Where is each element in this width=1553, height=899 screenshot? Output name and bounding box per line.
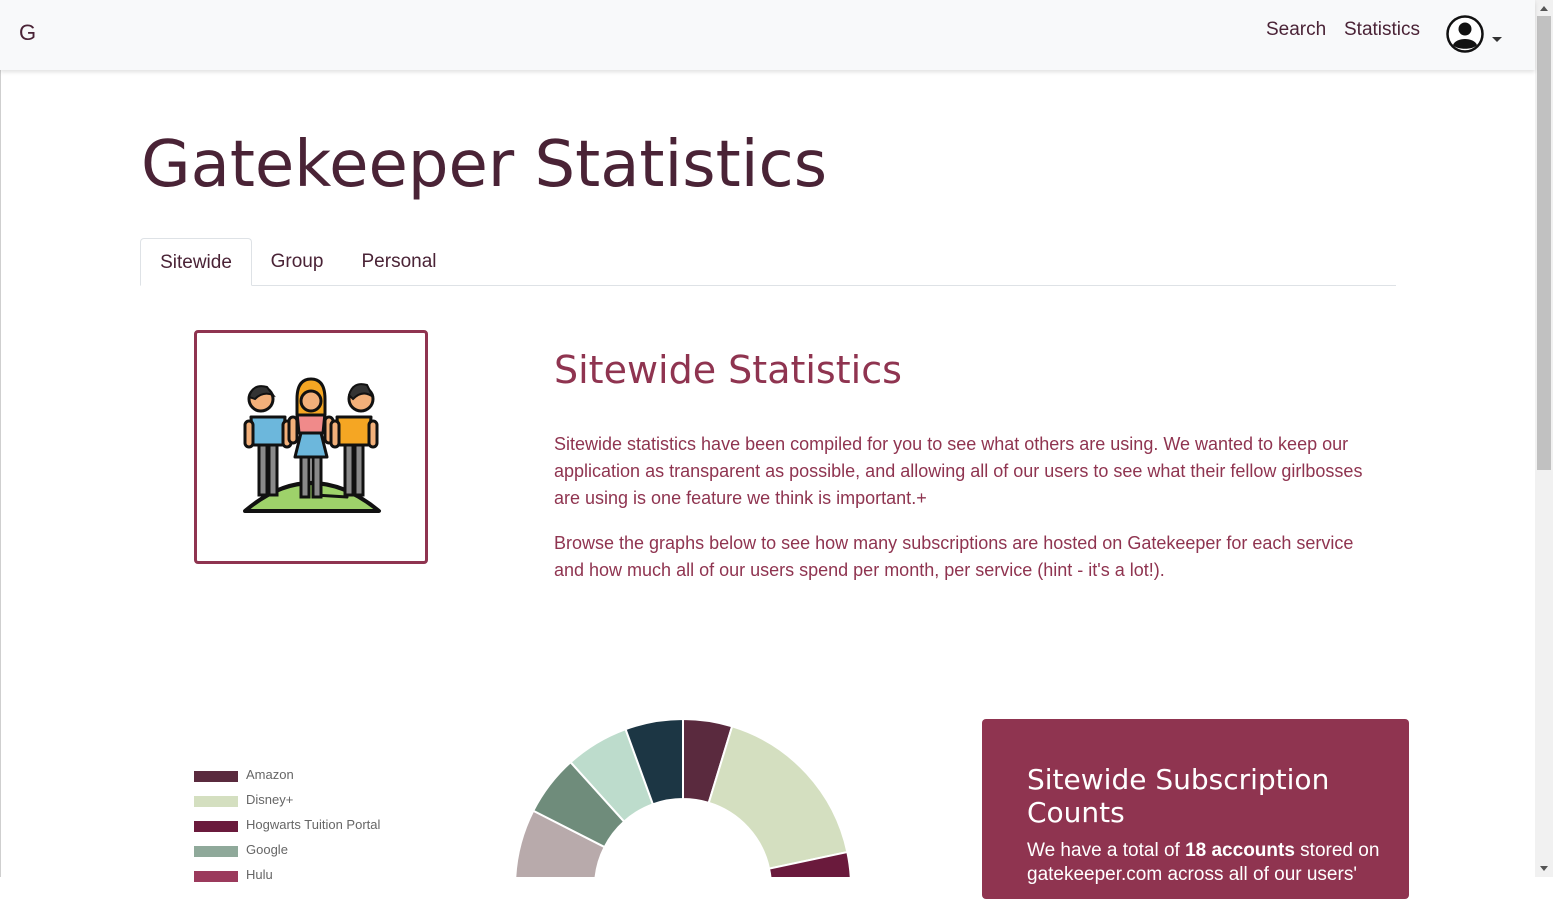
- scroll-down-arrow-icon[interactable]: [1540, 866, 1548, 871]
- page-title: Gatekeeper Statistics: [141, 128, 828, 202]
- scrollbar-thumb[interactable]: [1537, 16, 1551, 470]
- sitewide-heading: Sitewide Statistics: [554, 348, 902, 392]
- legend-item[interactable]: Disney+: [194, 791, 454, 811]
- tab-group[interactable]: Group: [258, 238, 336, 284]
- chevron-down-icon[interactable]: [1492, 37, 1502, 42]
- legend-item[interactable]: Amazon: [194, 766, 454, 786]
- legend-label: Hulu: [246, 867, 273, 882]
- legend-label: Disney+: [246, 792, 294, 807]
- subscription-donut-chart: [514, 717, 852, 877]
- legend-item[interactable]: Hulu: [194, 866, 454, 886]
- nav-statistics-link[interactable]: Statistics: [1344, 19, 1420, 41]
- user-circle-icon[interactable]: [1446, 15, 1484, 53]
- tab-personal[interactable]: Personal: [350, 238, 448, 284]
- sitewide-instructions: Browse the graphs below to see how many …: [554, 533, 1354, 580]
- legend-label: Amazon: [246, 767, 294, 782]
- top-navbar: G Search Statistics: [0, 0, 1535, 70]
- card-text: We have a total of 18 accounts stored on…: [1027, 839, 1387, 887]
- vertical-scrollbar[interactable]: [1535, 0, 1553, 877]
- people-on-hill-icon: [243, 377, 381, 513]
- legend-swatch: [194, 846, 238, 857]
- legend-swatch: [194, 821, 238, 832]
- card-text-suffix: stored on: [1294, 840, 1380, 861]
- tab-sitewide[interactable]: Sitewide: [140, 238, 252, 286]
- nav-search-link[interactable]: Search: [1266, 19, 1326, 41]
- card-text-prefix: We have a total of: [1027, 840, 1186, 861]
- statistics-tabs: Sitewide Group Personal: [140, 238, 1396, 286]
- subscription-counts-card: Sitewide Subscription Counts We have a t…: [982, 719, 1409, 899]
- legend-swatch: [194, 796, 238, 807]
- sitewide-illustration: [194, 330, 428, 564]
- legend-item[interactable]: Hogwarts Tuition Portal: [194, 816, 454, 836]
- card-title: Sitewide Subscription Counts: [1027, 763, 1330, 829]
- legend-item[interactable]: Google: [194, 841, 454, 861]
- donut-slice[interactable]: [707, 725, 849, 870]
- sitewide-description: Sitewide statistics have been compiled f…: [554, 434, 1363, 508]
- legend-swatch: [194, 771, 238, 782]
- legend-label: Hogwarts Tuition Portal: [246, 817, 381, 832]
- account-count: 18 accounts: [1185, 840, 1295, 861]
- page-border: [0, 70, 1, 877]
- brand-logo[interactable]: G: [19, 20, 36, 46]
- legend-label: Google: [246, 842, 288, 857]
- card-text-line2: gatekeeper.com across all of our users': [1027, 864, 1357, 885]
- scroll-up-arrow-icon[interactable]: [1540, 6, 1548, 11]
